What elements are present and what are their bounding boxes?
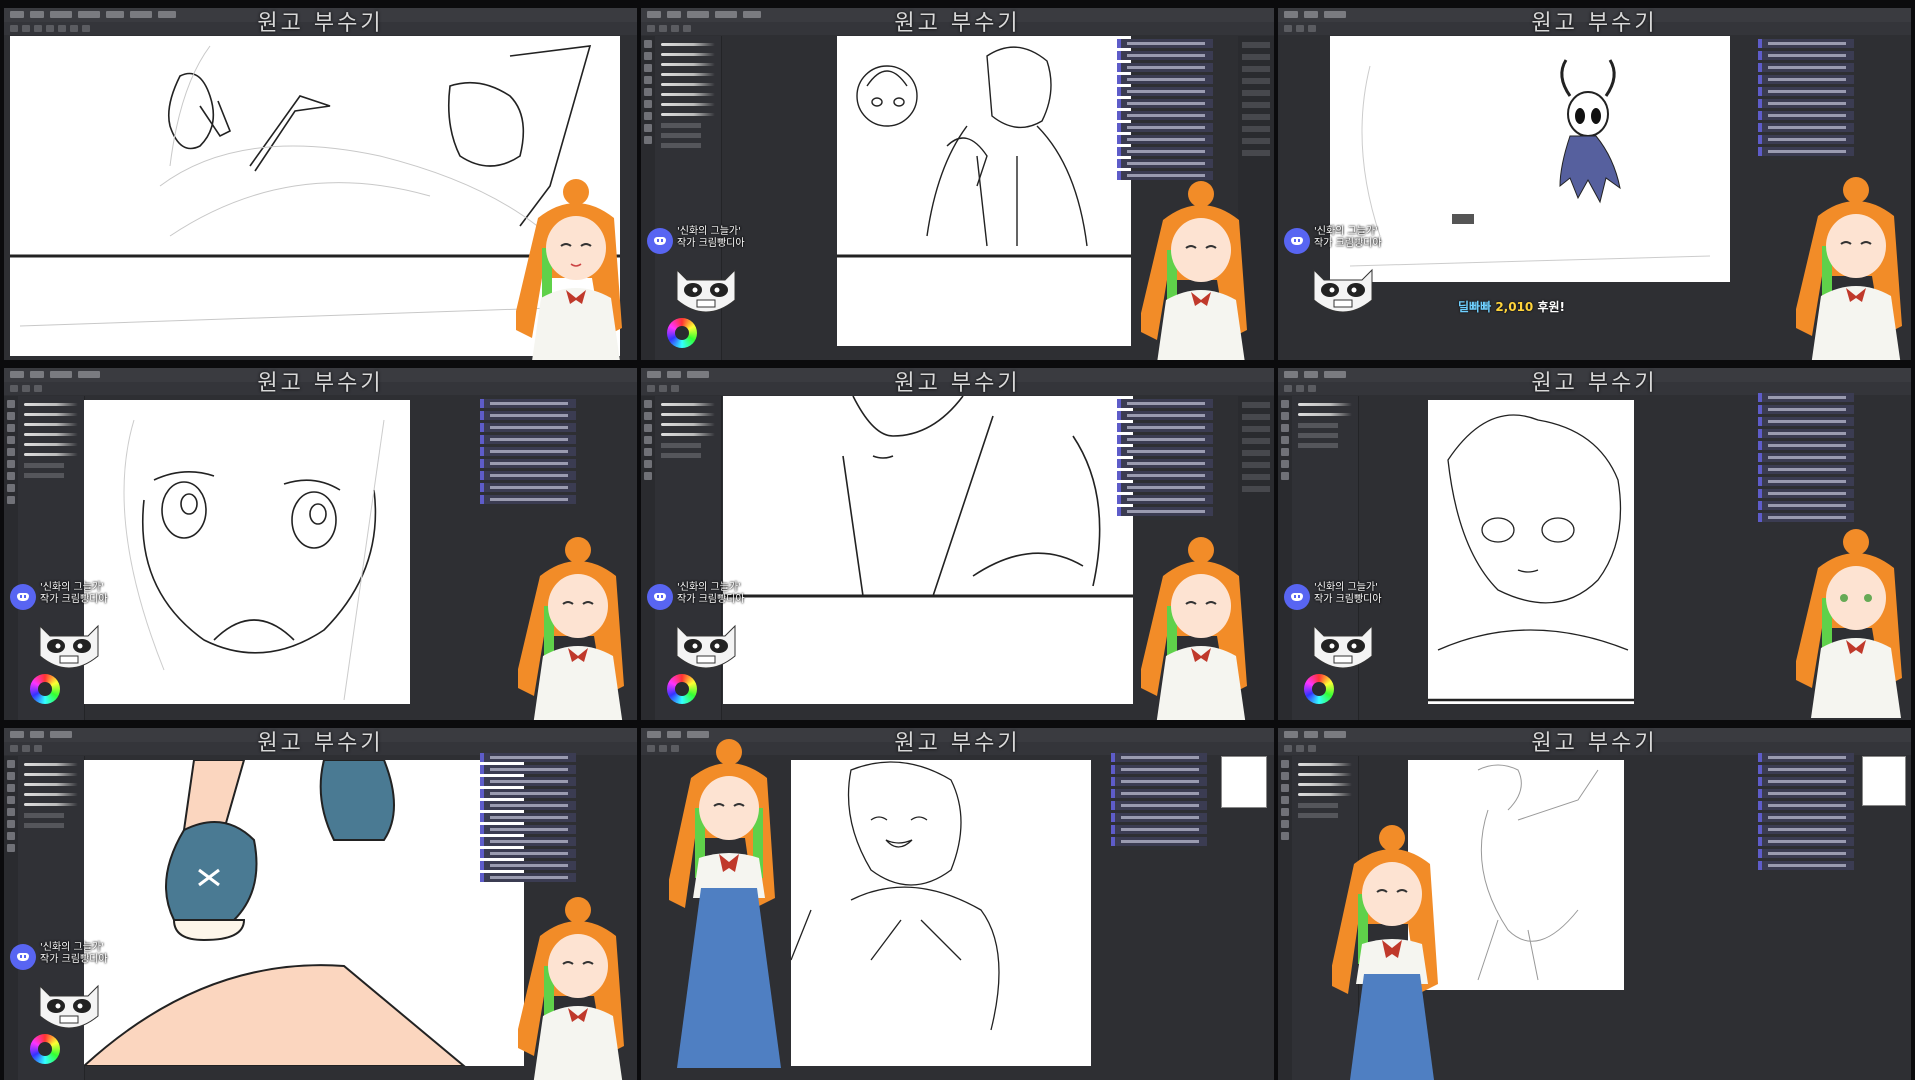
drawing-canvas[interactable] — [837, 36, 1131, 346]
vtuber-avatar — [1137, 180, 1261, 360]
panel-8: 원고 부수기 — [641, 728, 1274, 1080]
chat-overlay — [480, 750, 576, 885]
discord-icon — [1284, 584, 1310, 610]
raccoon-mascot — [1313, 624, 1373, 669]
tool-strip[interactable] — [641, 396, 655, 720]
chat-overlay — [1117, 36, 1213, 183]
brush-panel[interactable] — [1292, 396, 1359, 720]
discord-icon — [1284, 228, 1310, 254]
color-wheel[interactable] — [667, 318, 697, 348]
chat-overlay — [1117, 396, 1213, 519]
raccoon-mascot — [1313, 268, 1373, 313]
discord-label: '신화의 그늘가' 작가 크림빵디아 — [40, 582, 108, 605]
chat-overlay — [1758, 390, 1854, 525]
discord-icon — [647, 584, 673, 610]
color-wheel[interactable] — [30, 1034, 60, 1064]
raccoon-mascot — [39, 984, 99, 1029]
panel-1: 원고 부수기 — [4, 8, 637, 360]
color-wheel[interactable] — [30, 674, 60, 704]
panel-6: 원고 부수기 '신화의 그늘가' 작가 크림빵디아 — [1278, 368, 1911, 720]
drawing-canvas[interactable] — [723, 396, 1133, 704]
discord-icon — [10, 944, 36, 970]
sketch-neck — [723, 396, 1133, 598]
stream-title: 원고 부수기 — [257, 731, 384, 756]
vtuber-avatar — [512, 172, 636, 360]
panel-7: 원고 부수기 '신화의 그늘가' 작가 크림빵디아 — [4, 728, 637, 1080]
tool-strip[interactable] — [4, 756, 18, 1080]
brush-panel[interactable] — [18, 756, 85, 1080]
color-wheel[interactable] — [1304, 674, 1334, 704]
brush-panel[interactable] — [655, 396, 722, 720]
vtuber-avatar — [1792, 528, 1911, 718]
sketch-smiling-girl — [791, 761, 1000, 1031]
vtuber-avatar-fullbody — [1328, 824, 1452, 1080]
panel-3: 원고 부수기 '신화의 그늘가' 작가 크림빵디아 딜빠빠 2,010 후원! — [1278, 8, 1911, 360]
stream-title: 원고 부수기 — [1531, 731, 1658, 756]
tool-strip[interactable] — [1278, 756, 1292, 1080]
panel-5: 원고 부수기 '신화의 그늘가' 작가 크림빵디아 — [641, 368, 1274, 720]
sketch-face — [123, 419, 385, 701]
stream-title: 원고 부수기 — [894, 11, 1021, 36]
chat-overlay — [1758, 750, 1854, 873]
discord-label: '신화의 그늘가' 작가 크림빵디아 — [1314, 226, 1382, 249]
stream-title: 원고 부수기 — [257, 11, 384, 36]
tool-strip[interactable] — [1278, 396, 1292, 720]
panel-4: 원고 부수기 '신화의 그늘가' 작가 크림빵디아 — [4, 368, 637, 720]
drawing-canvas[interactable] — [791, 760, 1091, 1066]
vtuber-avatar — [1792, 176, 1911, 360]
discord-label: '신화의 그늘가' 작가 크림빵디아 — [677, 226, 745, 249]
sketch-girl-face — [1428, 414, 1634, 702]
vtuber-avatar — [1137, 536, 1261, 720]
color-wheel[interactable] — [667, 674, 697, 704]
drawing-canvas[interactable] — [1330, 36, 1730, 282]
stream-title: 원고 부수기 — [257, 371, 384, 396]
navigator-thumbnail[interactable] — [1221, 756, 1267, 808]
discord-icon — [10, 584, 36, 610]
drawing-canvas[interactable] — [1428, 400, 1634, 704]
donation-banner: 딜빠빠 2,010 후원! — [1458, 300, 1566, 314]
panel-2: 원고 부수기 '신화의 그늘가' 작가 크림빵디아 — [641, 8, 1274, 360]
vtuber-avatar — [514, 896, 637, 1080]
discord-label: '신화의 그늘가' 작가 크림빵디아 — [40, 942, 108, 965]
sketch-knight — [1349, 59, 1711, 267]
stream-title: 원고 부수기 — [1531, 371, 1658, 396]
stream-title: 원고 부수기 — [894, 731, 1021, 756]
brush-panel[interactable] — [18, 396, 85, 720]
panel-9: 원고 부수기 — [1278, 728, 1911, 1080]
discord-label: '신화의 그늘가' 작가 크림빵디아 — [677, 582, 745, 605]
raccoon-mascot — [676, 624, 736, 669]
discord-icon — [647, 228, 673, 254]
chat-overlay — [1758, 36, 1854, 159]
chat-overlay — [1111, 750, 1207, 849]
illustration-legs-shoes — [84, 760, 466, 1066]
drawing-canvas[interactable] — [84, 760, 524, 1066]
discord-label: '신화의 그늘가' 작가 크림빵디아 — [1314, 582, 1382, 605]
stream-collage: 원고 부수기 원고 부수기 '신화의 그늘가' 작가 크림빵디아 원고 부수기 … — [0, 0, 1915, 1080]
chat-overlay — [480, 396, 576, 507]
vtuber-avatar-fullbody — [665, 738, 789, 1080]
navigator-thumbnail[interactable] — [1862, 756, 1906, 806]
vtuber-avatar — [514, 536, 637, 720]
drawing-canvas[interactable] — [84, 400, 410, 704]
stream-title: 원고 부수기 — [894, 371, 1021, 396]
stream-title: 원고 부수기 — [1531, 11, 1658, 36]
raccoon-mascot — [39, 624, 99, 669]
tool-strip[interactable] — [4, 396, 18, 720]
tool-strip[interactable] — [641, 36, 655, 360]
sketch-characters — [837, 46, 1131, 258]
raccoon-mascot — [676, 268, 736, 313]
